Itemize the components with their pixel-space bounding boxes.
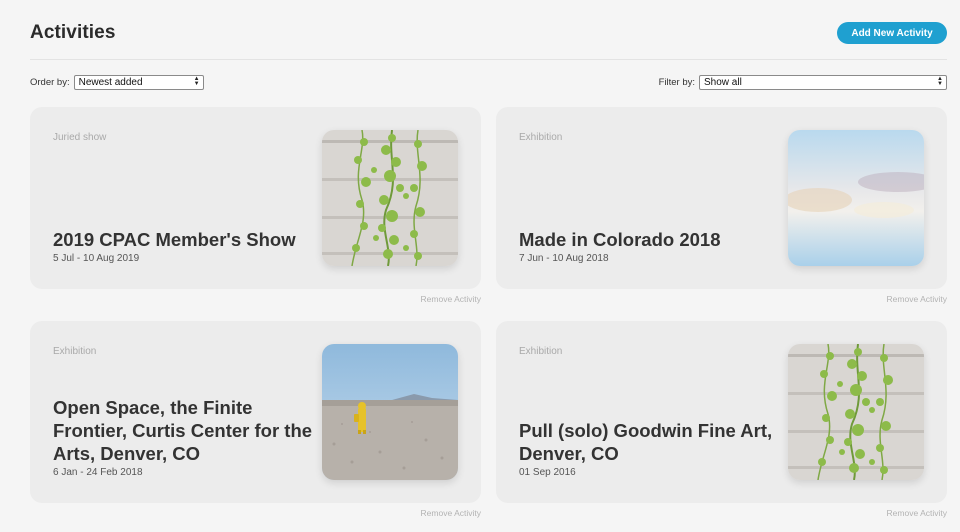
activity-title: 2019 CPAC Member's Show [53, 229, 296, 250]
activity-date: 01 Sep 2016 [519, 467, 576, 478]
filter-control: Filter by: Show all ▲ ▼ [659, 75, 947, 90]
activity-date: 7 Jun - 10 Aug 2018 [519, 253, 609, 264]
activity-type: Juried show [53, 132, 107, 143]
remove-activity-link[interactable]: Remove Activity [421, 508, 481, 518]
activity-date: 5 Jul - 10 Aug 2019 [53, 253, 140, 264]
order-select[interactable]: Newest added ▲ ▼ [73, 75, 204, 90]
order-control: Order by: Newest added ▲ ▼ [30, 75, 204, 90]
activity-title: Open Space, the Finite Frontier, Curtis … [53, 397, 313, 464]
activity-title: Made in Colorado 2018 [519, 229, 721, 250]
add-new-activity-button[interactable]: Add New Activity [837, 22, 947, 44]
activity-date: 6 Jan - 24 Feb 2018 [53, 467, 143, 478]
remove-activity-link[interactable]: Remove Activity [887, 294, 947, 304]
activity-title: Pull (solo) Goodwin Fine Art, Denver, CO [519, 420, 773, 464]
list-controls: Order by: Newest added ▲ ▼ Filter by: Sho… [30, 75, 947, 91]
order-select-value: Newest added [78, 77, 143, 88]
page-header: Activities Add New Activity [30, 0, 947, 60]
activity-type: Exhibition [519, 132, 563, 143]
vine-wall-image [322, 130, 458, 266]
desert-figure-image [322, 344, 458, 480]
activity-type: Exhibition [53, 346, 97, 357]
order-label: Order by: [30, 77, 70, 88]
activity-card[interactable]: Exhibition Made in Colorado 2018 7 Jun -… [496, 107, 947, 289]
activity-card[interactable]: Exhibition Open Space, the Finite Fronti… [30, 321, 481, 503]
page-title: Activities [30, 22, 116, 43]
activity-card[interactable]: Juried show 2019 CPAC Member's Show 5 Ju… [30, 107, 481, 289]
vine-wall-image [788, 344, 924, 480]
filter-select-value: Show all [704, 77, 742, 88]
activity-type: Exhibition [519, 346, 563, 357]
activity-card[interactable]: Exhibition Pull (solo) Goodwin Fine Art,… [496, 321, 947, 503]
filter-label: Filter by: [658, 77, 695, 88]
select-arrows-icon: ▲ ▼ [193, 76, 200, 87]
filter-select[interactable]: Show all ▲ ▼ [699, 75, 947, 90]
select-arrows-icon: ▲ ▼ [937, 76, 943, 87]
blurred-landscape-image [788, 130, 924, 266]
remove-activity-link[interactable]: Remove Activity [421, 294, 481, 304]
remove-activity-link[interactable]: Remove Activity [887, 508, 947, 518]
